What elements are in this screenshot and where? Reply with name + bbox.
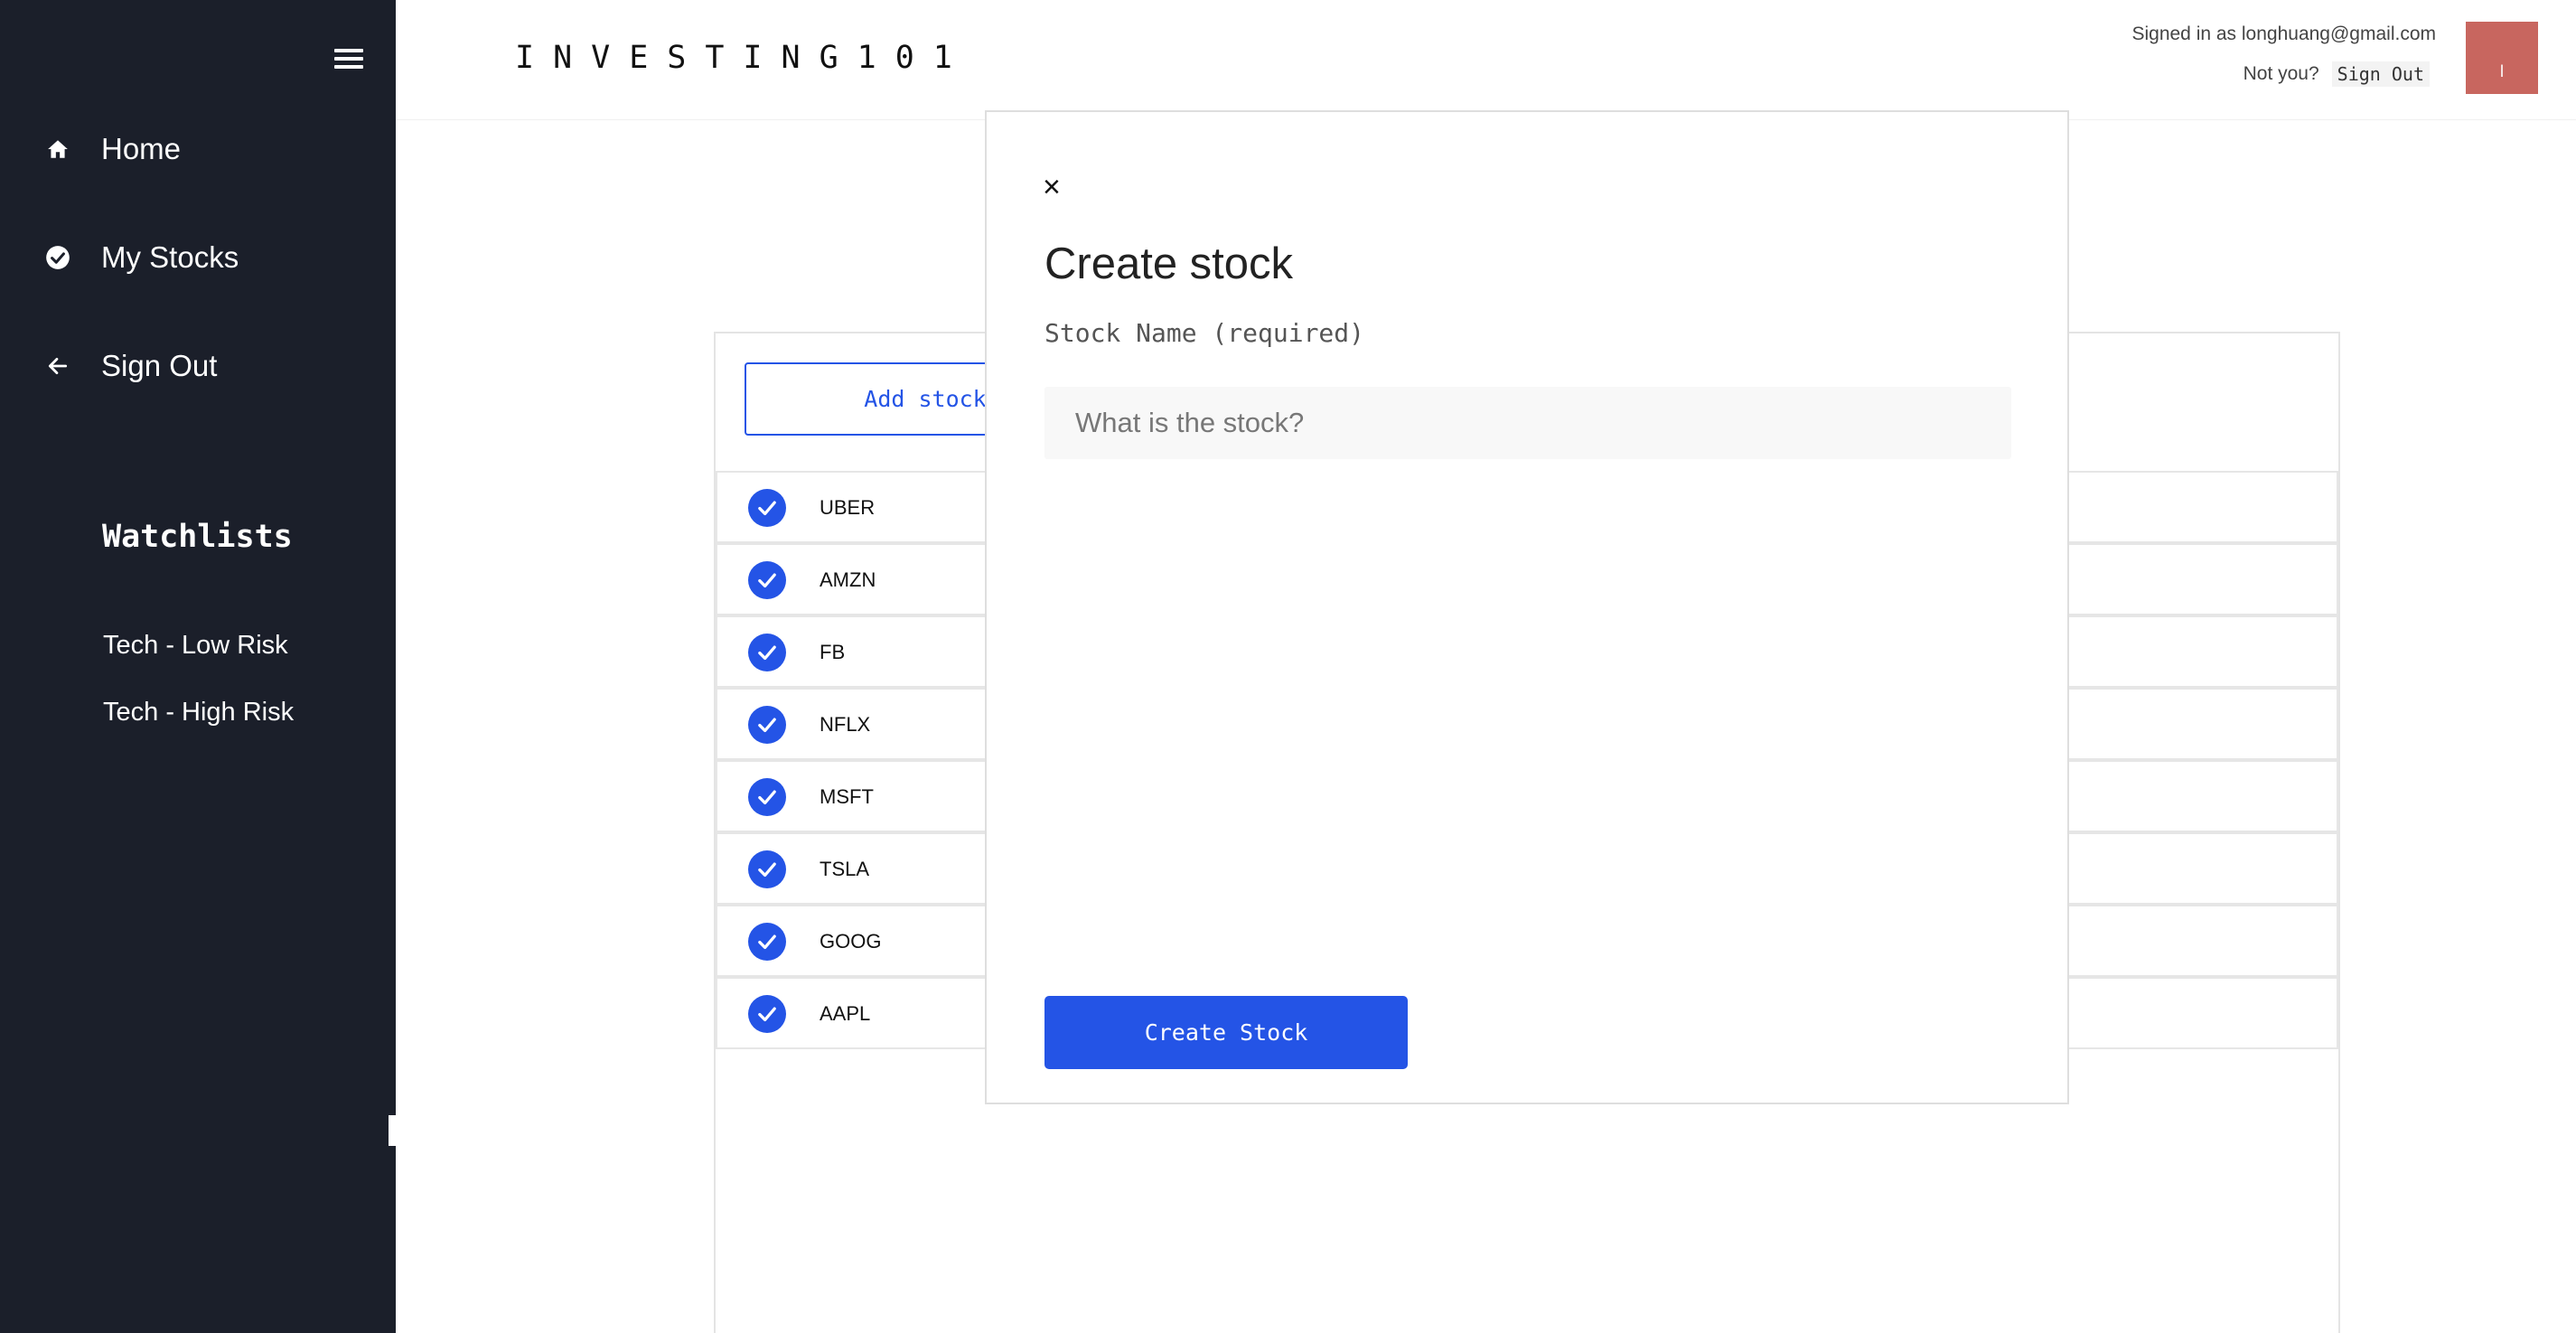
nav-sign-out[interactable]: Sign Out: [0, 330, 396, 402]
sidebar: Home My Stocks Sign Out Watchlists Tech …: [0, 0, 398, 1333]
nav-home[interactable]: Home: [0, 113, 396, 185]
watchlists-title: Watchlists: [102, 519, 293, 555]
stock-ticker: AAPL: [820, 1002, 871, 1025]
arrow-left-icon: [43, 352, 72, 380]
brand-logo: INVESTING101: [515, 40, 971, 76]
checkmark-icon[interactable]: [748, 850, 786, 888]
home-icon: [43, 135, 72, 164]
checkmark-icon[interactable]: [748, 634, 786, 671]
nav-my-stocks-label: My Stocks: [101, 240, 239, 274]
create-stock-button[interactable]: Create Stock: [1044, 996, 1408, 1069]
signed-in-text: Signed in as longhuang@gmail.com: [2131, 23, 2436, 44]
checkmark-icon[interactable]: [748, 778, 786, 816]
stock-ticker: MSFT: [820, 785, 874, 808]
stock-ticker: AMZN: [820, 568, 876, 591]
not-you-text: Not you?: [2243, 63, 2319, 84]
account-switch: Not you? Sign Out: [2243, 61, 2430, 87]
modal-title: Create stock: [1044, 239, 1294, 288]
menu-icon[interactable]: [334, 49, 363, 70]
watchlist-item[interactable]: Tech - Low Risk: [103, 631, 288, 661]
stock-ticker: UBER: [820, 496, 876, 519]
stock-ticker: NFLX: [820, 713, 871, 736]
nav-home-label: Home: [101, 132, 182, 165]
avatar[interactable]: l: [2466, 22, 2538, 94]
watchlist-item[interactable]: Tech - High Risk: [103, 698, 294, 728]
check-circle-icon: [43, 243, 72, 272]
stock-ticker: FB: [820, 641, 846, 663]
sidebar-resize-handle[interactable]: [389, 1115, 398, 1146]
stock-name-label: Stock Name (required): [1044, 318, 1365, 348]
checkmark-icon[interactable]: [748, 706, 786, 744]
checkmark-icon[interactable]: [748, 489, 786, 527]
checkmark-icon[interactable]: [748, 561, 786, 599]
checkmark-icon[interactable]: [748, 923, 786, 961]
checkmark-icon[interactable]: [748, 995, 786, 1033]
create-stock-modal: × Create stock Stock Name (required) Cre…: [985, 110, 2069, 1104]
avatar-initial: l: [2500, 62, 2504, 80]
stock-name-input[interactable]: [1044, 387, 2011, 459]
nav-sign-out-label: Sign Out: [101, 349, 218, 382]
stock-ticker: TSLA: [820, 858, 870, 880]
nav-my-stocks[interactable]: My Stocks: [0, 221, 396, 294]
close-icon[interactable]: ×: [1043, 172, 1061, 202]
stock-ticker: GOOG: [820, 930, 882, 953]
header-sign-out-link[interactable]: Sign Out: [2331, 61, 2430, 87]
